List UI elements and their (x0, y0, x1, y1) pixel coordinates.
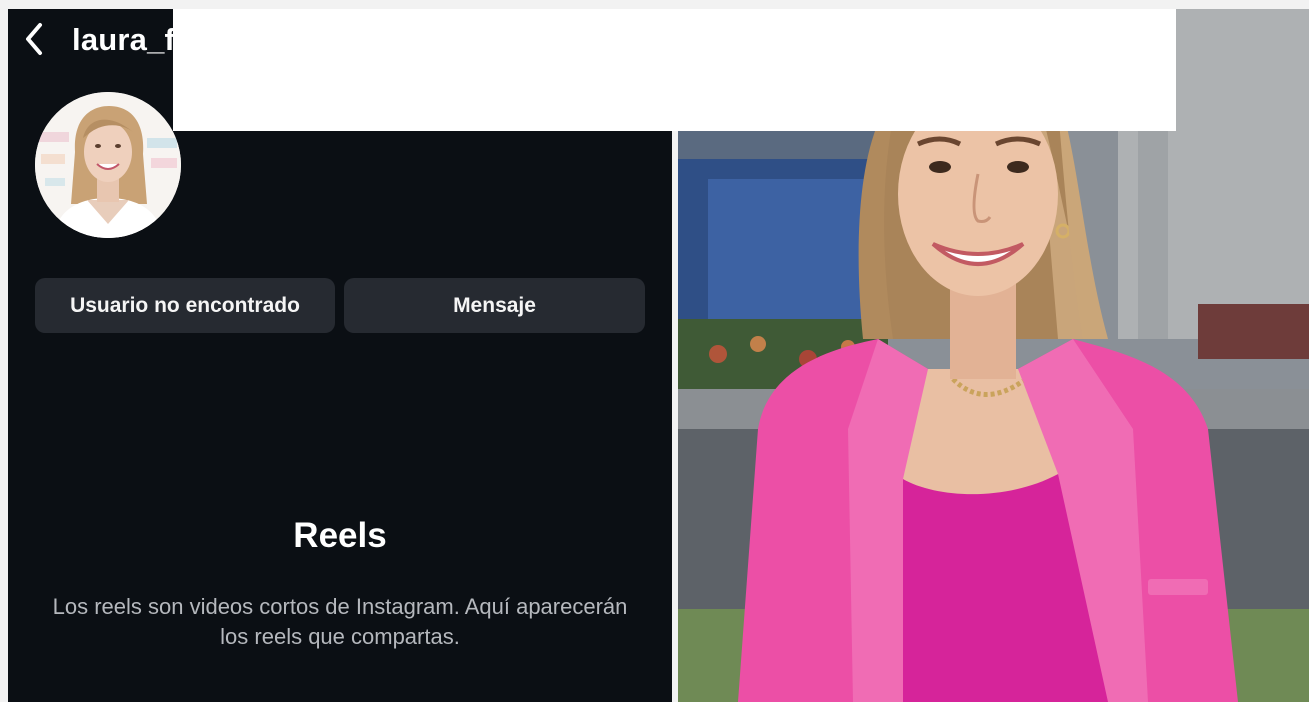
profile-username: laura_f (72, 22, 176, 57)
reels-title: Reels (293, 516, 387, 555)
user-not-found-button[interactable]: Usuario no encontrado (35, 278, 335, 333)
redaction-overlay (173, 9, 1176, 131)
profile-avatar[interactable] (35, 92, 181, 238)
avatar-portrait (35, 92, 181, 238)
chevron-left-icon[interactable] (20, 19, 46, 59)
screenshot-composite: laura_f Usuario no encontrado Mensaje Re… (0, 0, 1309, 702)
reels-description: Los reels son videos cortos de Instagram… (52, 594, 628, 649)
message-button[interactable]: Mensaje (344, 278, 645, 333)
